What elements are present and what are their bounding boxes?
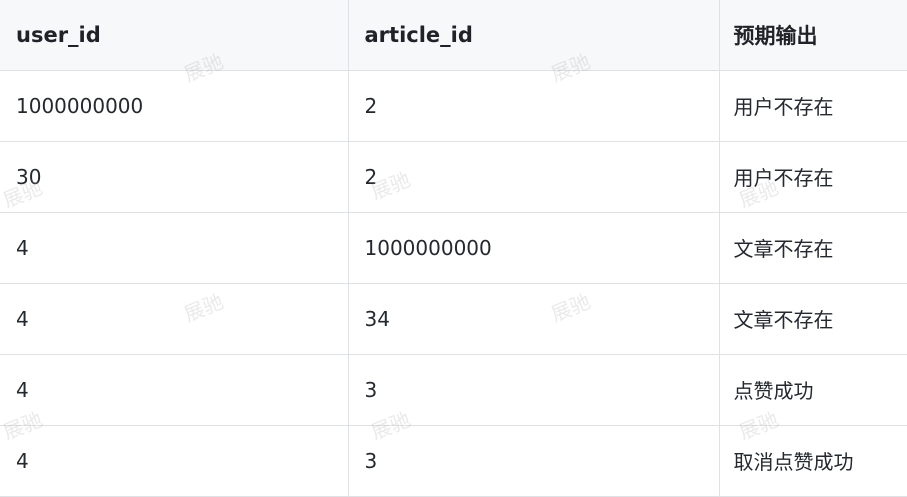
table-body: 1000000000 2 用户不存在 30 2 用户不存在 4 10000000… bbox=[0, 70, 907, 497]
header-row: user_id article_id 预期输出 bbox=[0, 0, 907, 71]
header-user-id: user_id bbox=[0, 0, 349, 71]
test-case-table: user_id article_id 预期输出 1000000000 2 用户不… bbox=[0, 0, 907, 497]
table-row: 4 1000000000 文章不存在 bbox=[0, 212, 907, 284]
cell-expected-output: 文章不存在 bbox=[719, 212, 907, 284]
cell-user-id: 30 bbox=[0, 141, 349, 213]
header-article-id: article_id bbox=[348, 0, 720, 71]
table-row: 4 3 点赞成功 bbox=[0, 354, 907, 426]
cell-expected-output: 用户不存在 bbox=[719, 70, 907, 142]
cell-article-id: 2 bbox=[348, 141, 720, 213]
cell-user-id: 4 bbox=[0, 212, 349, 284]
cell-article-id: 2 bbox=[348, 70, 720, 142]
cell-article-id: 34 bbox=[348, 283, 720, 355]
table-row: 4 3 取消点赞成功 bbox=[0, 425, 907, 497]
table-row: 30 2 用户不存在 bbox=[0, 141, 907, 213]
cell-user-id: 4 bbox=[0, 354, 349, 426]
cell-expected-output: 点赞成功 bbox=[719, 354, 907, 426]
cell-user-id: 1000000000 bbox=[0, 70, 349, 142]
header-expected-output: 预期输出 bbox=[719, 0, 907, 71]
cell-expected-output: 用户不存在 bbox=[719, 141, 907, 213]
cell-expected-output: 文章不存在 bbox=[719, 283, 907, 355]
cell-user-id: 4 bbox=[0, 283, 349, 355]
table-row: 4 34 文章不存在 bbox=[0, 283, 907, 355]
table-header: user_id article_id 预期输出 bbox=[0, 0, 907, 71]
table-row: 1000000000 2 用户不存在 bbox=[0, 70, 907, 142]
cell-article-id: 1000000000 bbox=[348, 212, 720, 284]
cell-article-id: 3 bbox=[348, 425, 720, 497]
cell-article-id: 3 bbox=[348, 354, 720, 426]
cell-expected-output: 取消点赞成功 bbox=[719, 425, 907, 497]
cell-user-id: 4 bbox=[0, 425, 349, 497]
